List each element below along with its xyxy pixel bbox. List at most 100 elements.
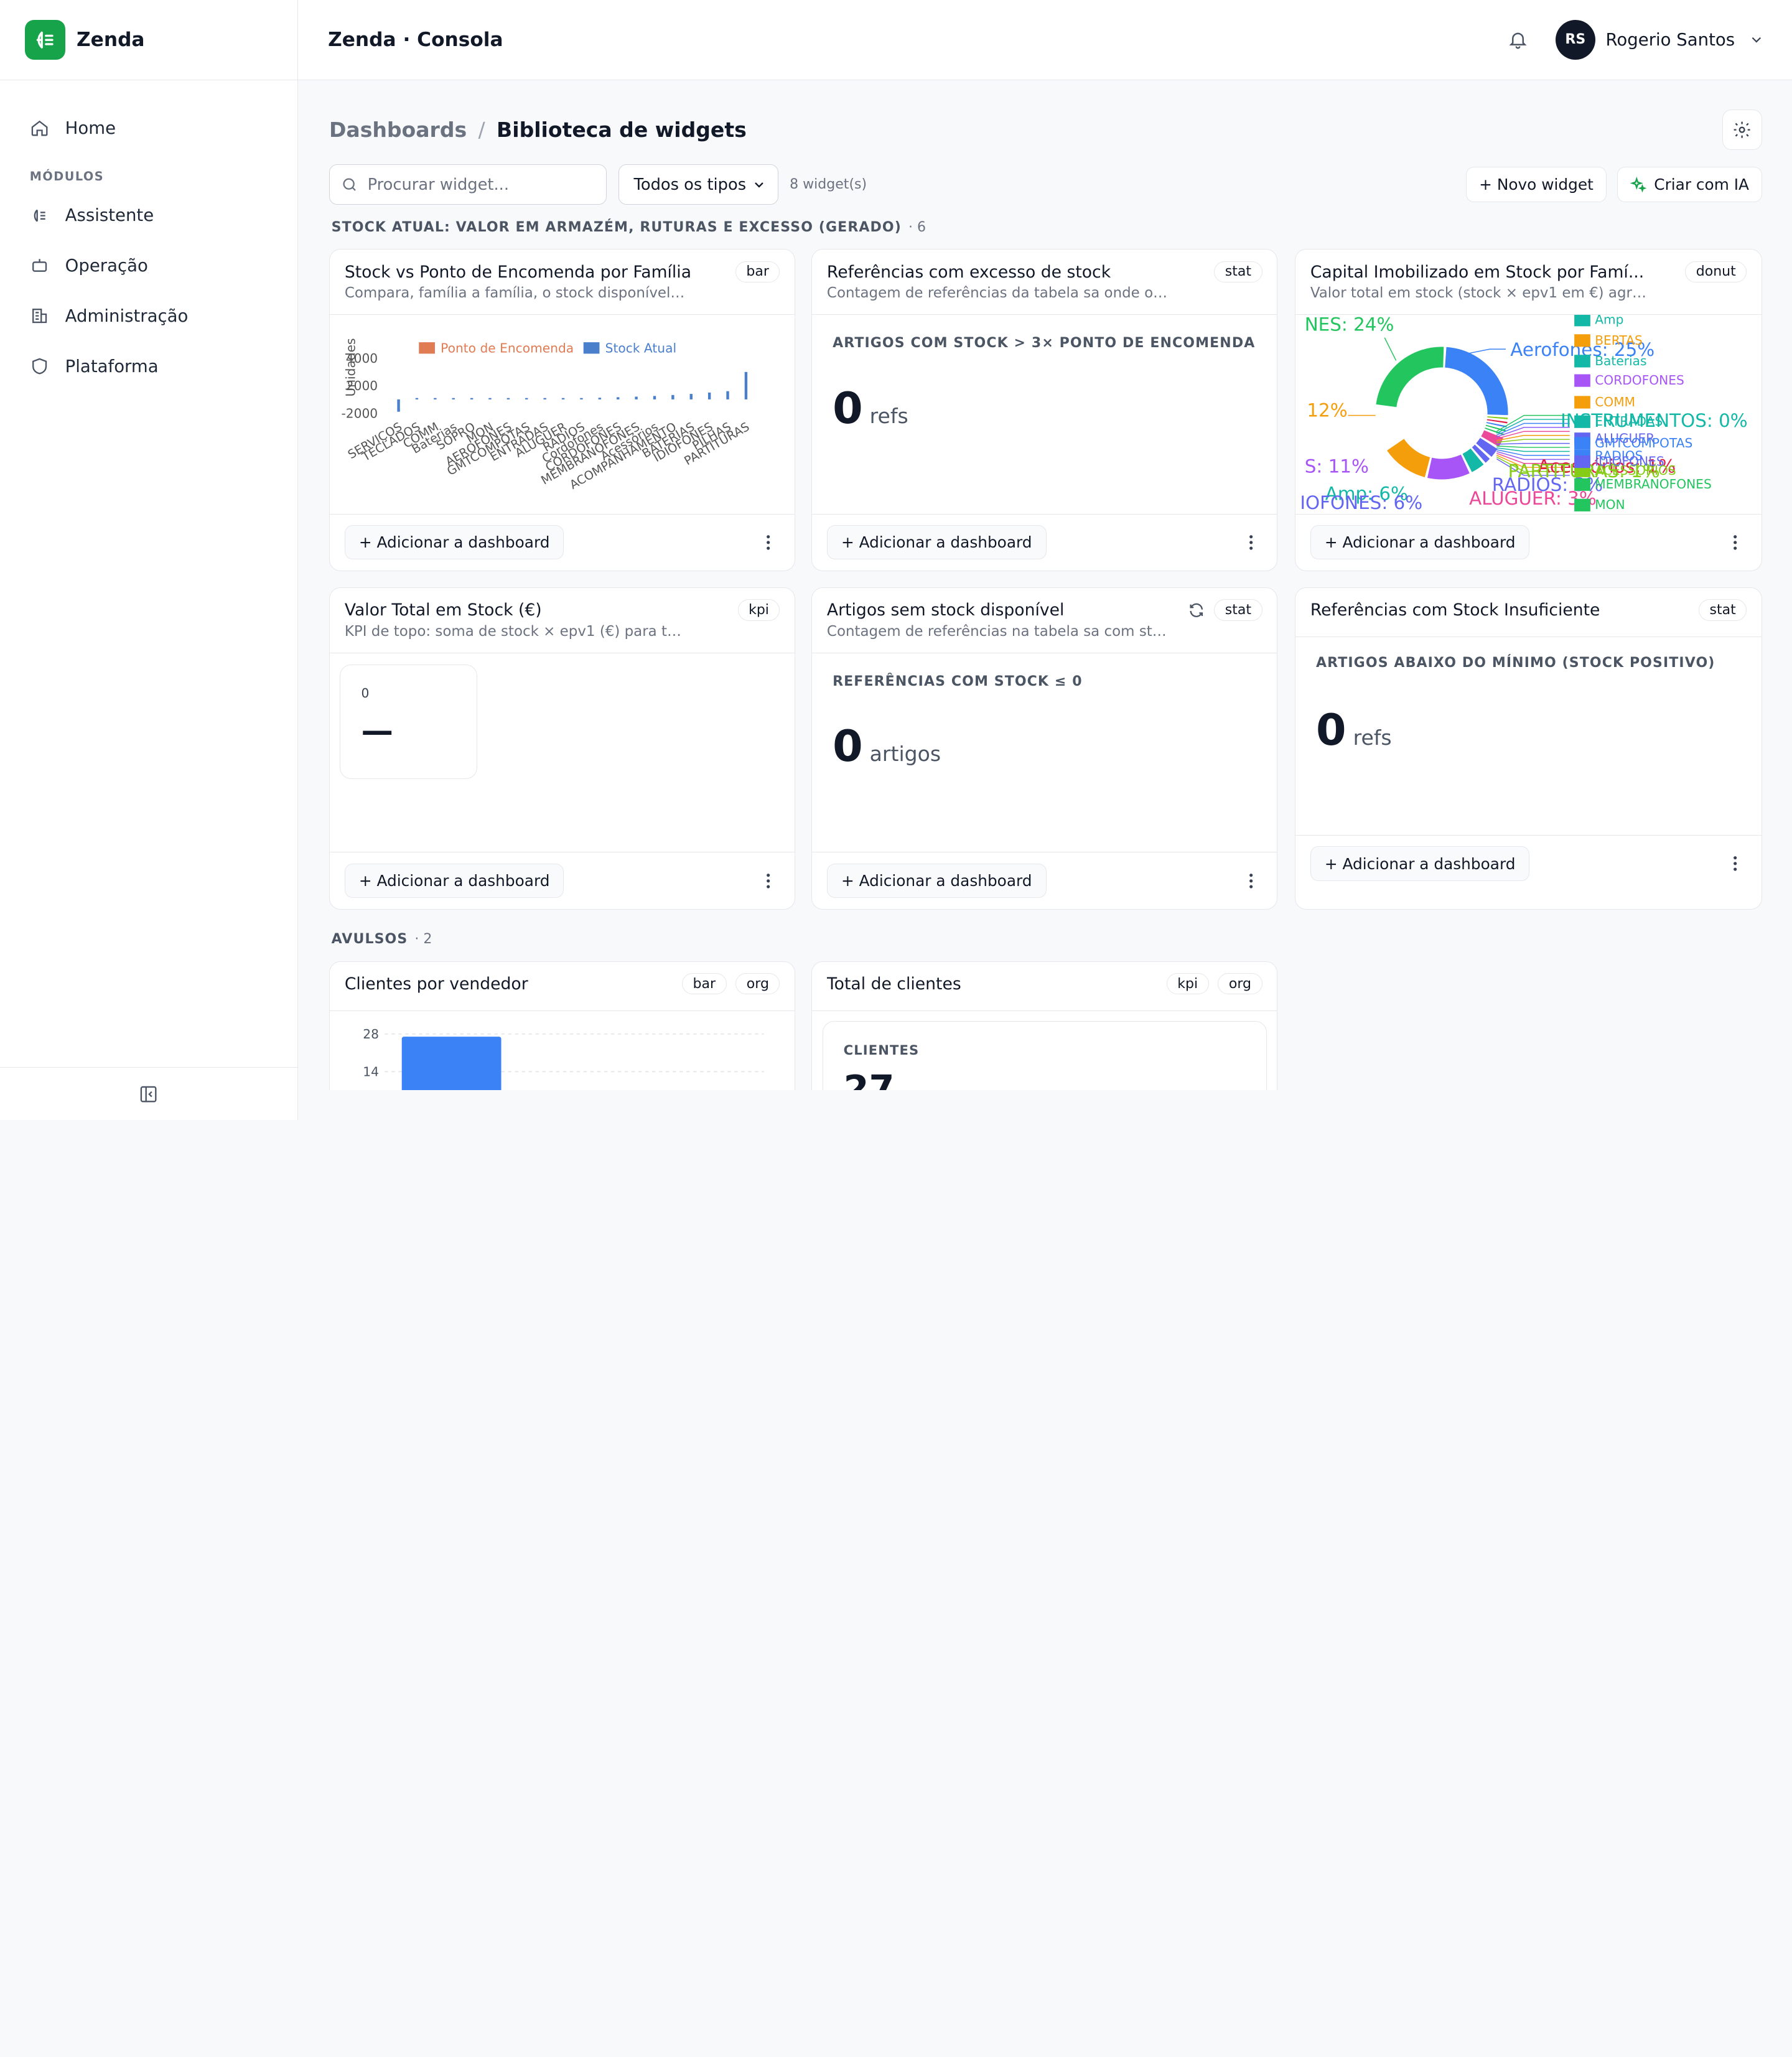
widget-card-excesso-stock: Referências com excesso de stock Contage… <box>811 249 1278 572</box>
add-to-dashboard-button[interactable]: + Adicionar a dashboard <box>1310 525 1530 560</box>
widget-card-total-clientes: Total de clientes kpi org CLIENTES 27 <box>811 961 1278 1091</box>
gear-icon <box>1734 121 1751 138</box>
settings-button[interactable] <box>1722 110 1763 150</box>
type-badge: stat <box>1214 599 1262 621</box>
breadcrumb-dashboards[interactable]: Dashboards <box>329 118 467 142</box>
bar-stock-atual <box>671 394 674 399</box>
legend-label: BERTAS <box>1595 333 1643 348</box>
brand[interactable]: Zenda <box>0 0 298 80</box>
donut-slice-label: 12% <box>1307 400 1347 421</box>
y-tick-label: 14 <box>363 1064 379 1079</box>
widget-title: Clientes por vendedor <box>344 974 528 994</box>
bar-stock-atual <box>689 394 693 399</box>
legend-swatch <box>1574 415 1590 428</box>
bar-stock-atual <box>452 398 455 399</box>
y-tick-label: 4000 <box>346 351 378 366</box>
main-nav: Home MÓDULOS Assistente Operação Adminis… <box>0 80 297 392</box>
type-badge: stat <box>1699 599 1747 621</box>
nav-item-plataforma[interactable]: Plataforma <box>0 341 297 391</box>
widget-count: 8 widget(s) <box>790 177 867 193</box>
search-box[interactable] <box>329 164 607 205</box>
legend-swatch <box>1574 455 1590 469</box>
nav-plataforma-label: Plataforma <box>65 356 159 376</box>
legend-swatch <box>1574 374 1590 387</box>
donut-slice-label: NES: 24% <box>1305 315 1394 335</box>
add-to-dashboard-button[interactable]: + Adicionar a dashboard <box>1310 846 1530 881</box>
legend-swatch <box>583 342 600 354</box>
widget-menu-button[interactable] <box>766 534 770 551</box>
add-to-dashboard-button[interactable]: + Adicionar a dashboard <box>344 525 564 560</box>
widget-title: Referências com Stock Insuficiente <box>1310 600 1600 620</box>
widget-title: Stock vs Ponto de Encomenda por Família <box>344 262 692 282</box>
legend-label: COMM <box>1595 394 1635 409</box>
legend-label: CORDOFONES <box>1595 373 1684 388</box>
bar-stock-atual <box>561 398 565 399</box>
bar-stock-atual <box>744 371 748 399</box>
widget-card-clientes-vendedor: Clientes por vendedor bar org 28 14 <box>329 961 796 1091</box>
capital-donut-chart: NES: 24%Aerofones: 25%12%S: 11%Amp: 6%IO… <box>1300 315 1748 513</box>
avatar: RS <box>1555 19 1595 60</box>
widget-menu-button[interactable] <box>1733 534 1737 551</box>
legend-swatch <box>1574 334 1590 347</box>
create-with-ai-button[interactable]: Criar com IA <box>1617 167 1763 203</box>
widget-menu-button[interactable] <box>1249 873 1253 889</box>
assistant-icon <box>34 209 45 222</box>
stat-value: 0 <box>833 721 863 772</box>
y-tick-label: -2000 <box>341 406 378 421</box>
donut-slice <box>1376 347 1444 408</box>
widget-menu-button[interactable] <box>766 873 770 889</box>
collapse-sidebar-button[interactable] <box>0 1067 297 1119</box>
bar-stock-atual <box>616 397 620 399</box>
legend-swatch <box>1574 396 1590 409</box>
nav-item-home[interactable]: Home <box>0 103 297 153</box>
legend-label: GMTCOMPOTAS <box>1595 436 1692 450</box>
nav-item-assistente[interactable]: Assistente <box>0 190 297 241</box>
add-to-dashboard-button[interactable]: + Adicionar a dashboard <box>826 864 1047 898</box>
widget-description: Contagem de referências da tabela sa ond… <box>826 285 1170 302</box>
stat-unit: refs <box>1353 725 1392 750</box>
search-input[interactable] <box>367 175 596 194</box>
scope-badge: org <box>735 973 780 995</box>
notifications-button[interactable] <box>1508 29 1528 50</box>
legend-label: Ponto de Encomenda <box>441 341 574 356</box>
chevron-down-icon <box>1752 37 1762 43</box>
widget-description: Compara, família a família, o stock disp… <box>344 285 688 302</box>
section-avulsos-count: · 2 <box>414 931 432 947</box>
legend-label: Baterias <box>1595 353 1646 368</box>
bar-stock-atual <box>707 392 711 399</box>
widget-menu-button[interactable] <box>1733 856 1737 872</box>
section-stock-atual: STOCK ATUAL: VALOR EM ARMAZÉM, RUTURAS E… <box>332 220 926 235</box>
add-to-dashboard-button[interactable]: + Adicionar a dashboard <box>826 525 1047 560</box>
clientes-bar-chart: 28 14 <box>363 1027 764 1091</box>
type-filter-select[interactable]: Todos os tipos <box>618 164 778 205</box>
legend-swatch <box>1574 315 1590 327</box>
stat-label: ARTIGOS COM STOCK > 3× PONTO DE ENCOMEND… <box>833 335 1256 352</box>
kpi-value: — <box>361 712 393 750</box>
user-menu[interactable]: RS Rogerio Santos <box>1555 19 1765 60</box>
type-badge: kpi <box>1166 973 1209 995</box>
widget-title: Valor Total em Stock (€) <box>344 600 542 620</box>
widget-card-valor-total: Valor Total em Stock (€) KPI de topo: so… <box>329 587 796 910</box>
nav-item-administracao[interactable]: Administração <box>0 291 297 341</box>
new-widget-button[interactable]: + Novo widget <box>1465 167 1607 203</box>
console-title: Zenda · Consola <box>328 28 503 51</box>
nav-item-operacao[interactable]: Operação <box>0 241 297 291</box>
nav-administracao-label: Administração <box>65 306 189 326</box>
add-to-dashboard-button[interactable]: + Adicionar a dashboard <box>344 864 564 898</box>
donut-slice <box>1445 347 1508 416</box>
more-vertical-icon <box>1734 535 1737 550</box>
breadcrumb: Dashboards / Biblioteca de widgets <box>329 118 747 142</box>
donut-slice <box>1487 416 1508 419</box>
legend-label: MEMBRANOFONES <box>1595 477 1712 492</box>
widget-menu-button[interactable] <box>1249 534 1253 551</box>
bar-stock-atual <box>470 398 474 399</box>
widget-card-stock-insuficiente: Referências com Stock Insuficiente stat … <box>1294 587 1763 910</box>
refresh-icon[interactable] <box>1188 602 1205 619</box>
leader-line <box>1496 439 1570 443</box>
nav-section-modules: MÓDULOS <box>29 169 105 184</box>
kpi-value: 27 <box>843 1066 895 1091</box>
leader-line <box>1384 337 1397 361</box>
donut-slice <box>1387 439 1430 478</box>
widget-title: Referências com excesso de stock <box>826 262 1111 282</box>
breadcrumb-separator: / <box>478 118 485 142</box>
